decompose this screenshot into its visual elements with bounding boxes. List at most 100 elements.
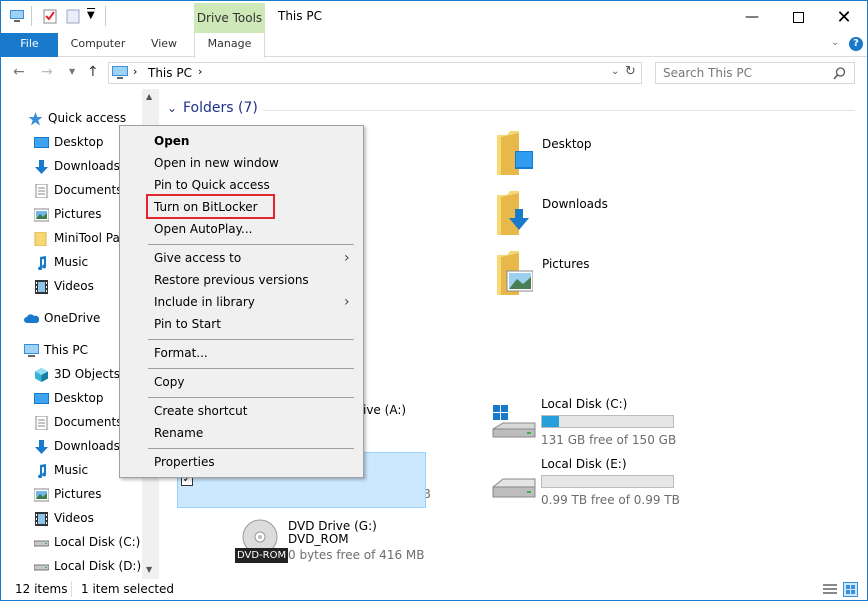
menu-separator xyxy=(148,448,354,449)
drive-tile-0[interactable]: Local Disk (C:) 131 GB free of 150 GB xyxy=(491,397,681,453)
breadcrumb-separator-icon[interactable]: › xyxy=(198,65,202,78)
music-icon xyxy=(34,255,49,271)
windows-drive-icon xyxy=(492,405,536,438)
address-bar[interactable]: › This PC › ⌄ ↻ xyxy=(108,62,642,84)
pictures-icon xyxy=(33,207,50,222)
forward-button[interactable]: → xyxy=(41,64,53,80)
folder-tile-desktop[interactable]: Desktop xyxy=(497,131,617,183)
nav-item-label: Videos xyxy=(54,511,94,525)
ribbon-tabs: File Computer View Manage ⌄ ? xyxy=(1,33,867,58)
tab-view[interactable]: View xyxy=(141,33,187,57)
breadcrumb-separator-icon[interactable]: › xyxy=(133,65,137,78)
nav-item-label: Downloads xyxy=(54,439,120,453)
details-view-icon[interactable] xyxy=(823,583,837,596)
help-icon[interactable]: ? xyxy=(849,37,863,51)
section-divider xyxy=(263,110,855,111)
up-arrow-icon: ↑ xyxy=(87,64,99,80)
nav-item-label: Music xyxy=(54,463,89,477)
close-button[interactable]: ✕ xyxy=(821,1,867,33)
menu-item-open-autoplay[interactable]: Open AutoPlay... xyxy=(154,222,252,236)
submenu-arrow-icon: › xyxy=(344,250,350,266)
drive-icon xyxy=(33,535,50,549)
menu-item-copy[interactable]: Copy xyxy=(154,375,184,389)
nav-item-label: Desktop xyxy=(54,391,104,405)
menu-separator xyxy=(148,339,354,340)
nav-item-label: Quick access xyxy=(48,111,127,125)
menu-item-restore-previous-versions[interactable]: Restore previous versions xyxy=(154,273,309,287)
drive-label: DVD_ROM xyxy=(288,532,349,546)
nav-item-label: Music xyxy=(54,255,89,269)
menu-item-format[interactable]: Format... xyxy=(154,346,208,360)
search-input[interactable]: Search This PC xyxy=(655,62,855,84)
tab-manage[interactable]: Manage xyxy=(194,33,265,58)
menu-separator xyxy=(148,368,354,369)
drive-icon xyxy=(33,559,50,573)
drive-tile-1[interactable]: Local Disk (E:) 0.99 TB free of 0.99 TB xyxy=(491,457,681,513)
drive-a-partial-label[interactable]: ive (A:) xyxy=(363,403,406,417)
videos-icon xyxy=(34,279,49,294)
nav-item-label: Desktop xyxy=(54,135,104,149)
nav-item-label: Pictures xyxy=(54,487,102,501)
folders-header[interactable]: Folders (7) xyxy=(183,100,258,116)
desktop-folder-icon xyxy=(497,131,533,175)
scroll-down-icon[interactable]: ▼ xyxy=(146,565,152,574)
desktop-icon xyxy=(34,391,49,405)
menu-item-open-in-new-window[interactable]: Open in new window xyxy=(154,156,279,170)
tab-file[interactable]: File xyxy=(1,33,58,57)
nav-item-label: This PC xyxy=(44,343,88,357)
menu-separator xyxy=(148,397,354,398)
maximize-button[interactable] xyxy=(775,1,821,33)
menu-item-pin-to-quick-access[interactable]: Pin to Quick access xyxy=(154,178,270,192)
nav-item-label: Pictures xyxy=(54,207,102,221)
folder-tile-pictures[interactable]: Pictures xyxy=(497,251,617,303)
scroll-up-icon[interactable]: ▲ xyxy=(146,92,152,101)
properties-icon[interactable] xyxy=(42,8,58,24)
folder-tile-downloads[interactable]: Downloads xyxy=(497,191,617,243)
back-button[interactable]: ← xyxy=(13,64,25,80)
star-icon xyxy=(28,111,43,126)
nav-item-label: Downloads xyxy=(54,159,120,173)
address-row: ← → ▼ ↑ › This PC › ⌄ ↻ Search This PC xyxy=(1,58,867,88)
title-bar: ▼ Drive Tools This PC — ✕ xyxy=(1,1,867,34)
new-folder-icon[interactable] xyxy=(65,8,81,24)
selection-count: 1 item selected xyxy=(81,582,175,596)
folder-label: Pictures xyxy=(542,257,590,271)
computer-icon xyxy=(112,66,128,79)
menu-item-create-shortcut[interactable]: Create shortcut xyxy=(154,404,247,418)
tab-computer[interactable]: Computer xyxy=(65,33,131,57)
onedrive-icon xyxy=(24,311,40,325)
menu-item-rename[interactable]: Rename xyxy=(154,426,203,440)
large-icons-view-icon[interactable] xyxy=(843,582,858,597)
collapse-folders-icon[interactable]: ⌄ xyxy=(167,101,177,115)
documents-icon xyxy=(34,415,49,431)
computer-icon[interactable] xyxy=(9,8,25,24)
explorer-window: ▼ Drive Tools This PC — ✕ File Computer … xyxy=(0,0,868,601)
status-bar: 12 items 1 item selected xyxy=(1,581,867,600)
recent-locations-button[interactable]: ▼ xyxy=(69,67,75,76)
qat-dropdown-icon[interactable]: ▼ xyxy=(87,10,95,21)
drive-tile-3[interactable]: DVD-ROM DVD Drive (G:) DVD_ROM 0 bytes free… xyxy=(235,519,428,575)
address-dropdown-icon[interactable]: ⌄ xyxy=(611,66,619,77)
menu-item-properties[interactable]: Properties xyxy=(154,455,215,469)
drive-usage-bar xyxy=(541,415,674,428)
forward-arrow-icon: → xyxy=(41,64,53,80)
menu-item-include-in-library[interactable]: Include in library xyxy=(154,295,255,309)
menu-item-turn-on-bitlocker[interactable]: Turn on BitLocker xyxy=(154,200,258,214)
title-separator xyxy=(31,6,32,26)
menu-item-pin-to-start[interactable]: Pin to Start xyxy=(154,317,221,331)
download-icon xyxy=(34,159,49,174)
refresh-icon[interactable]: ↻ xyxy=(625,64,636,79)
status-separator xyxy=(71,581,72,597)
drive-name: DVD Drive (G:) xyxy=(288,519,377,533)
nav-item-label: Documents xyxy=(54,415,123,429)
menu-item-open[interactable]: Open xyxy=(154,134,189,148)
folder-icon xyxy=(34,231,49,247)
ribbon-expand-icon[interactable]: ⌄ xyxy=(831,37,839,48)
videos-icon xyxy=(34,511,49,526)
breadcrumb-this-pc[interactable]: This PC xyxy=(148,66,192,80)
minimize-button[interactable]: — xyxy=(729,1,775,33)
nav-item-label: MiniTool Pa xyxy=(54,231,120,245)
menu-item-give-access-to[interactable]: Give access to xyxy=(154,251,241,265)
up-button[interactable]: ↑ xyxy=(87,64,99,80)
folder-label: Desktop xyxy=(542,137,592,151)
